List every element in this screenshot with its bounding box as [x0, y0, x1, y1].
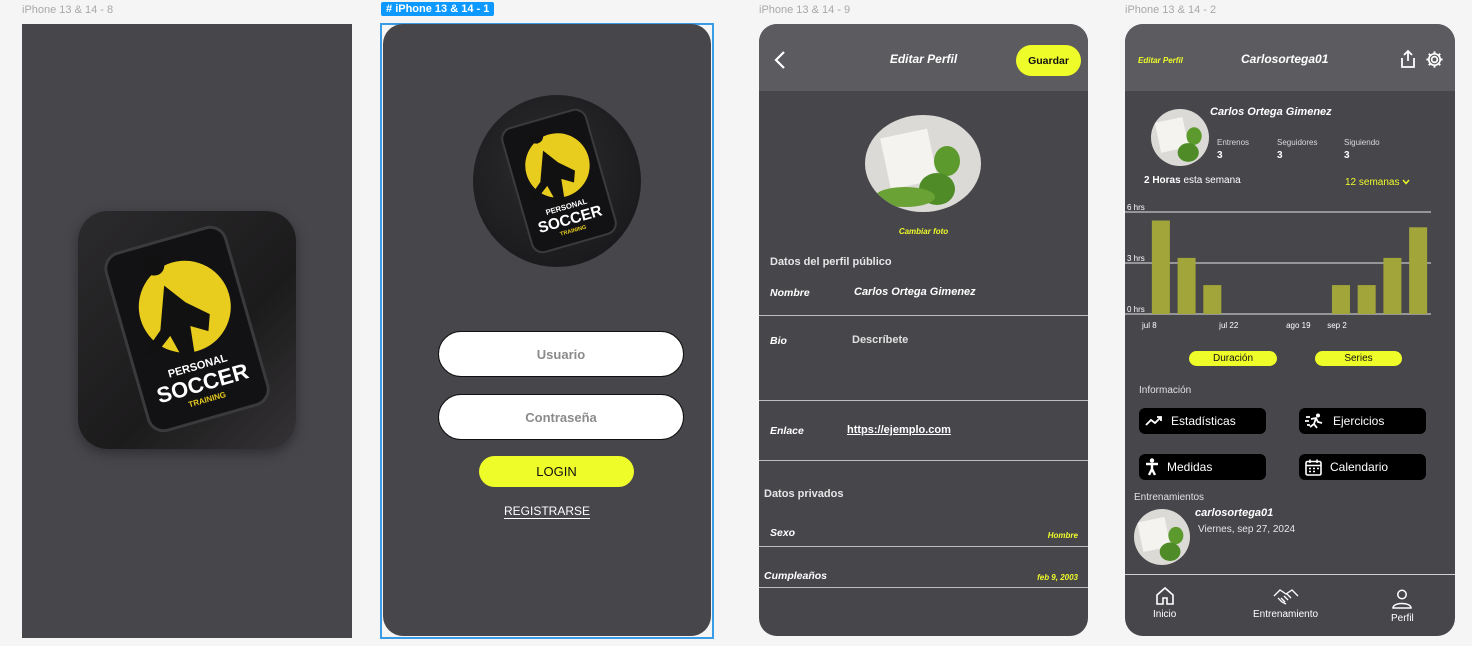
- y-tick-label: 3 hrs: [1127, 254, 1145, 263]
- x-tick-label: ago 19: [1286, 321, 1311, 330]
- link-label: Enlace: [770, 425, 804, 437]
- link-field[interactable]: https://ejemplo.com: [847, 424, 951, 436]
- chevron-down-icon: [1402, 179, 1410, 185]
- nav-training[interactable]: Entrenamiento: [1253, 586, 1318, 620]
- save-button[interactable]: Guardar: [1016, 45, 1081, 76]
- chart-bar: [1151, 220, 1170, 314]
- birthday-value[interactable]: feb 9, 2003: [1037, 573, 1078, 582]
- share-icon[interactable]: [1399, 49, 1417, 69]
- name-field[interactable]: Carlos Ortega Gimenez: [854, 286, 976, 298]
- series-pill[interactable]: Series: [1315, 351, 1402, 366]
- info-heading: Información: [1139, 385, 1192, 396]
- sex-label: Sexo: [770, 527, 796, 539]
- training-photo: [1134, 509, 1190, 565]
- weeks-dropdown[interactable]: 12 semanas: [1345, 177, 1410, 188]
- trend-up-icon: [1145, 416, 1162, 426]
- measures-button[interactable]: Medidas: [1139, 454, 1266, 480]
- header-bar: Editar Perfil Guardar: [759, 24, 1088, 91]
- calendar-icon: [1305, 459, 1322, 476]
- sex-value[interactable]: Hombre: [1048, 531, 1078, 540]
- splash-screen: PERSONAL SOCCER TRAINING: [22, 24, 352, 638]
- full-name: Carlos Ortega Gimenez: [1210, 106, 1332, 118]
- soccer-logo-icon: PERSONAL SOCCER TRAINING: [501, 108, 617, 254]
- frame-label: iPhone 13 & 14 - 8: [22, 4, 114, 16]
- chart-bar: [1203, 285, 1222, 314]
- stats-button[interactable]: Estadísticas: [1139, 408, 1266, 434]
- divider: [759, 587, 1088, 588]
- divider: [759, 400, 1088, 401]
- calendar-button[interactable]: Calendario: [1299, 454, 1426, 480]
- training-date: Viernes, sep 27, 2024: [1198, 524, 1296, 535]
- password-input[interactable]: Contraseña: [438, 394, 684, 440]
- stat-trainings: Entrenos 3: [1217, 138, 1250, 161]
- app-logo: PERSONAL SOCCER TRAINING: [78, 211, 296, 449]
- gear-icon[interactable]: [1425, 50, 1444, 69]
- nav-profile[interactable]: Perfil: [1391, 588, 1414, 624]
- profile-photo: [865, 115, 981, 212]
- home-icon: [1155, 586, 1174, 605]
- chart-bar: [1331, 285, 1350, 314]
- edit-profile-screen: Editar Perfil Guardar Cambiar foto Datos…: [759, 24, 1088, 636]
- login-screen: PERSONAL SOCCER TRAINING Usuario Contras…: [383, 24, 711, 636]
- stat-followers[interactable]: Seguidores 3: [1277, 138, 1317, 161]
- nav-home[interactable]: Inicio: [1153, 586, 1176, 620]
- x-tick-label: sep 2: [1327, 321, 1347, 330]
- weekly-hours: 2 Horas esta semana: [1144, 175, 1241, 186]
- y-tick-label: 6 hrs: [1127, 203, 1145, 212]
- edit-profile-link[interactable]: Editar Perfil: [1138, 56, 1183, 65]
- login-button[interactable]: LOGIN: [479, 456, 634, 487]
- user-icon: [1392, 589, 1413, 609]
- trainings-heading: Entrenamientos: [1134, 492, 1205, 503]
- birthday-label: Cumpleaños: [764, 570, 828, 582]
- avatar[interactable]: [865, 115, 981, 212]
- x-tick-label: jul 8: [1141, 321, 1157, 330]
- hours-chart: 0 hrs 3 hrs 6 hrs jul 8 jul 22 ago 19 sep 2: [1125, 203, 1431, 330]
- soccer-logo-icon: PERSONAL SOCCER TRAINING: [104, 225, 270, 433]
- frame-label-selected[interactable]: # iPhone 13 & 14 - 1: [381, 2, 495, 16]
- avatar: [1151, 109, 1209, 166]
- person-icon: [1146, 458, 1158, 476]
- divider: [759, 460, 1088, 461]
- training-username[interactable]: carlosortega01: [1195, 507, 1273, 519]
- register-link[interactable]: REGISTRARSE: [383, 504, 711, 518]
- private-data-heading: Datos privados: [764, 488, 844, 500]
- avatar: [1134, 509, 1190, 565]
- username-input[interactable]: Usuario: [438, 331, 684, 377]
- header-bar: Editar Perfil Carlosortega01: [1125, 24, 1455, 91]
- bio-label: Bio: [770, 335, 787, 347]
- chart-bar: [1383, 257, 1402, 314]
- running-icon: [1305, 413, 1323, 429]
- y-tick-label: 0 hrs: [1127, 305, 1145, 314]
- page-title: Carlosortega01: [1241, 52, 1329, 66]
- profile-photo: [1151, 109, 1209, 166]
- stat-following[interactable]: Siguiendo 3: [1344, 138, 1380, 161]
- change-photo-link[interactable]: Cambiar foto: [759, 227, 1088, 236]
- frame-label: iPhone 13 & 14 - 9: [759, 4, 851, 16]
- divider: [759, 546, 1088, 547]
- app-logo: PERSONAL SOCCER TRAINING: [473, 95, 641, 267]
- name-label: Nombre: [770, 287, 810, 299]
- chart-bar: [1357, 285, 1376, 314]
- frame-label: iPhone 13 & 14 - 2: [1125, 4, 1217, 16]
- divider: [759, 315, 1088, 316]
- public-data-heading: Datos del perfil público: [770, 256, 892, 268]
- bio-field[interactable]: Descríbete: [852, 334, 908, 346]
- handshake-icon: [1273, 589, 1298, 605]
- duration-pill[interactable]: Duración: [1189, 351, 1277, 366]
- x-tick-label: jul 22: [1218, 321, 1239, 330]
- profile-screen: Editar Perfil Carlosortega01 Carlos Orte…: [1125, 24, 1455, 636]
- chart-bar: [1409, 227, 1428, 314]
- divider: [1125, 574, 1455, 575]
- chart-bar: [1177, 257, 1196, 314]
- exercises-button[interactable]: Ejercicios: [1299, 408, 1426, 434]
